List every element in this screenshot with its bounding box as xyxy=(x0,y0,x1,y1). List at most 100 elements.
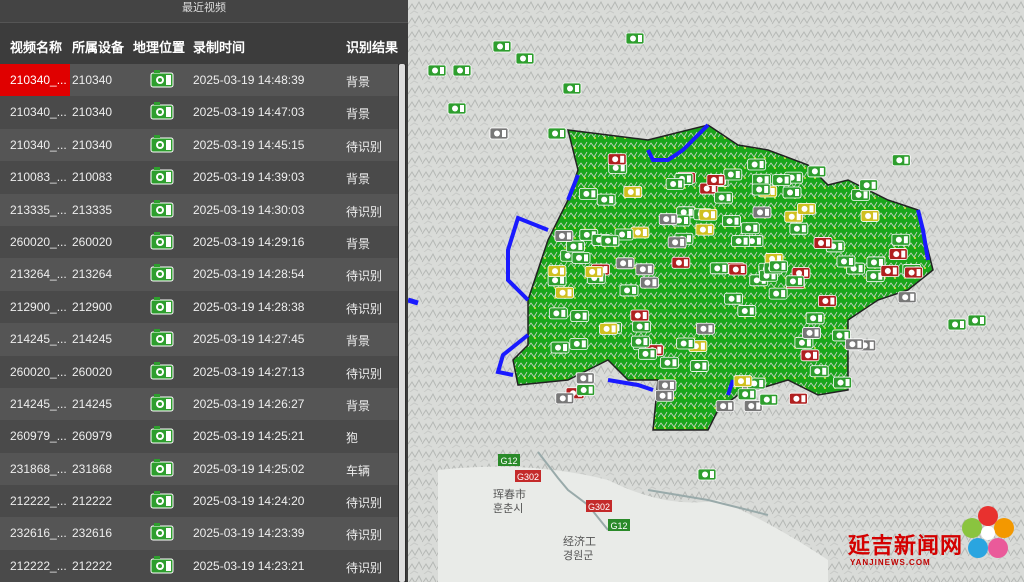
camera-marker-icon[interactable] xyxy=(555,392,575,405)
table-row[interactable]: 232616_... 232616 2025-03-19 14:23:39 待识别 xyxy=(0,517,398,550)
camera-marker-icon[interactable] xyxy=(859,179,879,192)
col-location[interactable]: 地理位置 xyxy=(133,37,185,56)
scrollbar[interactable] xyxy=(398,64,406,582)
camera-marker-icon[interactable] xyxy=(769,260,788,273)
camera-marker-icon[interactable] xyxy=(615,257,635,270)
video-name-cell[interactable]: 260020_... xyxy=(0,226,70,258)
table-row[interactable]: 210340_... 210340 2025-03-19 14:47:03 背景 xyxy=(0,96,398,129)
camera-marker-icon[interactable] xyxy=(768,287,788,300)
camera-marker-icon[interactable] xyxy=(967,314,987,327)
camera-marker-icon[interactable] xyxy=(632,320,652,333)
camera-marker-icon[interactable] xyxy=(665,178,685,190)
video-name-cell[interactable]: 212222_... xyxy=(0,550,70,582)
table-row[interactable]: 214245_... 214245 2025-03-19 14:26:27 背景 xyxy=(0,387,398,421)
camera-marker-icon[interactable] xyxy=(782,186,802,199)
camera-marker-icon[interactable] xyxy=(802,327,821,339)
location-camera-icon[interactable] xyxy=(150,296,174,319)
camera-marker-icon[interactable] xyxy=(947,318,967,331)
camera-marker-icon[interactable] xyxy=(904,266,924,279)
camera-marker-icon[interactable] xyxy=(640,276,659,289)
camera-marker-icon[interactable] xyxy=(747,158,767,171)
camera-marker-icon[interactable] xyxy=(660,356,679,369)
camera-marker-icon[interactable] xyxy=(740,222,760,235)
table-row[interactable]: 210340_... 210340 2025-03-19 14:45:15 待识别 xyxy=(0,128,398,162)
camera-marker-icon[interactable] xyxy=(547,265,567,278)
camera-marker-icon[interactable] xyxy=(794,336,814,349)
table-row[interactable]: 260020_... 260020 2025-03-19 14:27:13 待识别 xyxy=(0,355,398,388)
camera-marker-icon[interactable] xyxy=(570,310,590,323)
camera-marker-icon[interactable] xyxy=(596,193,616,206)
table-row[interactable]: 260979_... 260979 2025-03-19 14:25:21 狍 xyxy=(0,420,398,453)
camera-marker-icon[interactable] xyxy=(695,223,715,236)
camera-marker-icon[interactable] xyxy=(696,322,715,335)
camera-marker-icon[interactable] xyxy=(578,187,598,200)
camera-marker-icon[interactable] xyxy=(817,295,837,307)
video-name-cell[interactable]: 210083_... xyxy=(0,161,70,193)
map-canvas[interactable]: G12 G302 G302 G12 珲春市 훈춘시 经济工 경원군 xyxy=(408,0,1024,582)
camera-marker-icon[interactable] xyxy=(789,222,809,235)
camera-marker-icon[interactable] xyxy=(623,186,643,198)
camera-marker-icon[interactable] xyxy=(880,265,900,277)
camera-marker-icon[interactable] xyxy=(698,208,718,221)
camera-marker-icon[interactable] xyxy=(569,337,589,350)
camera-marker-icon[interactable] xyxy=(619,284,639,297)
camera-marker-icon[interactable] xyxy=(447,102,467,115)
location-camera-icon[interactable] xyxy=(150,101,174,124)
camera-marker-icon[interactable] xyxy=(555,286,574,299)
camera-marker-icon[interactable] xyxy=(722,215,741,228)
video-name-cell[interactable]: 213335_... xyxy=(0,194,70,226)
camera-marker-icon[interactable] xyxy=(571,251,591,264)
camera-marker-icon[interactable] xyxy=(489,127,509,140)
location-camera-icon[interactable] xyxy=(150,328,174,351)
table-row[interactable]: 210083_... 210083 2025-03-19 14:39:03 背景 xyxy=(0,161,398,194)
video-name-cell[interactable]: 214245_... xyxy=(0,388,70,420)
camera-marker-icon[interactable] xyxy=(731,235,750,248)
camera-marker-icon[interactable] xyxy=(724,292,743,305)
camera-marker-icon[interactable] xyxy=(548,307,568,320)
video-name-cell[interactable]: 260020_... xyxy=(0,356,70,388)
camera-marker-icon[interactable] xyxy=(631,335,650,348)
camera-marker-icon[interactable] xyxy=(452,64,472,77)
table-row[interactable]: 210340_... 210340 2025-03-19 14:48:39 背景 xyxy=(0,64,398,97)
video-name-cell[interactable]: 212900_... xyxy=(0,291,70,323)
video-name-cell[interactable]: 213264_... xyxy=(0,258,70,290)
camera-marker-icon[interactable] xyxy=(657,379,677,392)
camera-marker-icon[interactable] xyxy=(714,191,733,204)
video-name-cell[interactable]: 212222_... xyxy=(0,485,70,517)
camera-marker-icon[interactable] xyxy=(860,210,880,222)
camera-marker-icon[interactable] xyxy=(709,262,729,275)
col-video-name[interactable]: 视频名称 xyxy=(10,37,62,56)
camera-marker-icon[interactable] xyxy=(599,322,619,335)
camera-marker-icon[interactable] xyxy=(737,388,757,401)
camera-marker-icon[interactable] xyxy=(638,347,657,360)
camera-marker-icon[interactable] xyxy=(667,236,687,249)
scrollbar-thumb[interactable] xyxy=(399,64,405,582)
camera-marker-icon[interactable] xyxy=(562,82,582,95)
table-row[interactable]: 213335_... 213335 2025-03-19 14:30:03 待识别 xyxy=(0,193,398,226)
camera-marker-icon[interactable] xyxy=(809,365,829,378)
location-camera-icon[interactable] xyxy=(150,361,174,384)
camera-marker-icon[interactable] xyxy=(891,154,911,167)
camera-marker-icon[interactable] xyxy=(550,341,570,354)
location-camera-icon[interactable] xyxy=(150,458,174,481)
video-name-cell[interactable]: 232616_... xyxy=(0,517,70,549)
camera-marker-icon[interactable] xyxy=(689,360,709,372)
camera-marker-icon[interactable] xyxy=(565,240,585,253)
location-camera-icon[interactable] xyxy=(150,393,174,416)
camera-marker-icon[interactable] xyxy=(697,468,717,481)
location-camera-icon[interactable] xyxy=(150,490,174,513)
table-row[interactable]: 212900_... 212900 2025-03-19 14:28:38 待识别 xyxy=(0,290,398,324)
table-row[interactable]: 212222_... 212222 2025-03-19 14:24:20 待识别 xyxy=(0,485,398,518)
video-name-cell[interactable]: 231868_... xyxy=(0,453,70,485)
camera-marker-icon[interactable] xyxy=(655,389,674,402)
camera-marker-icon[interactable] xyxy=(607,153,627,166)
camera-marker-icon[interactable] xyxy=(733,375,753,388)
camera-marker-icon[interactable] xyxy=(547,127,567,140)
location-camera-icon[interactable] xyxy=(150,555,174,578)
camera-marker-icon[interactable] xyxy=(630,226,650,239)
camera-marker-icon[interactable] xyxy=(576,384,596,396)
camera-marker-icon[interactable] xyxy=(751,183,771,196)
camera-marker-icon[interactable] xyxy=(772,174,792,186)
video-name-cell[interactable]: 210340_... xyxy=(0,64,70,96)
table-row[interactable]: 214245_... 214245 2025-03-19 14:27:45 背景 xyxy=(0,323,398,356)
